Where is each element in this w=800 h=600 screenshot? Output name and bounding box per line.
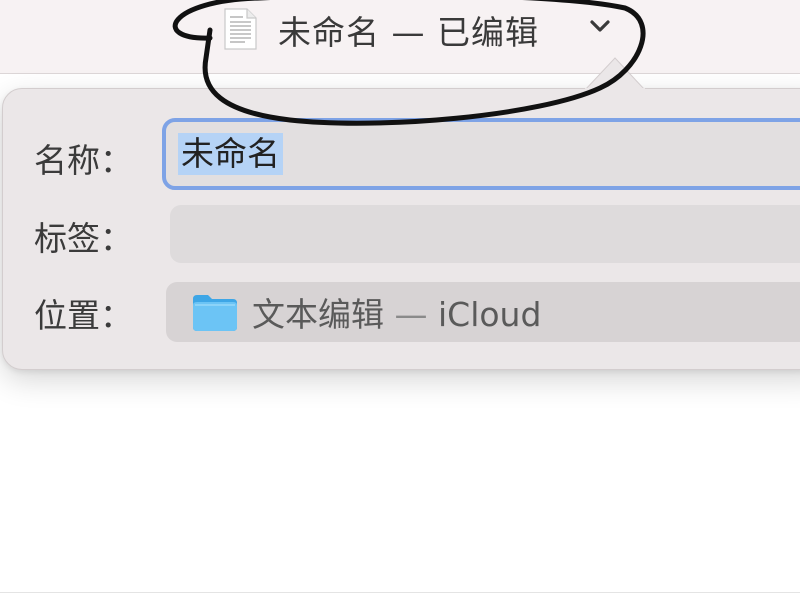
location-service: iCloud [437, 295, 542, 334]
location-separator: — [384, 295, 438, 334]
window-titlebar: 未命名 — 已编辑 [0, 0, 800, 74]
chevron-down-icon[interactable] [589, 18, 611, 34]
location-folder-name: 文本编辑 [252, 295, 384, 334]
location-value[interactable]: 文本编辑 — iCloud [252, 288, 541, 336]
name-label: 名称： [34, 141, 133, 180]
tags-label: 标签： [34, 219, 133, 258]
location-label: 位置： [34, 296, 133, 335]
name-field-value[interactable]: 未命名 [178, 133, 283, 175]
divider [0, 592, 800, 593]
popover-arrow [585, 57, 645, 90]
window-title[interactable]: 未命名 — 已编辑 [278, 6, 539, 54]
tags-field[interactable] [170, 205, 800, 263]
folder-icon [193, 295, 237, 331]
document-icon [224, 8, 257, 50]
